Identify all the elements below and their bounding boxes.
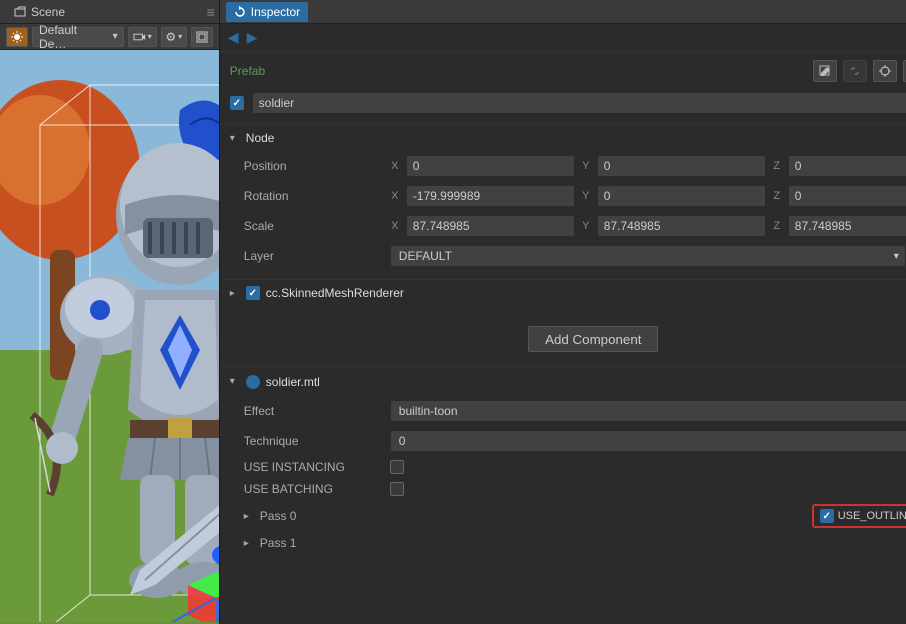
inspector-nav: ◀ ▶: [220, 24, 906, 52]
rotation-x-input[interactable]: [406, 185, 575, 207]
pass0-label[interactable]: Pass 0: [260, 509, 806, 523]
layer-row: Layer DEFAULT Edit: [220, 241, 906, 271]
rotation-row: Rotation X Y Z: [220, 181, 906, 211]
object-name-input[interactable]: [252, 92, 906, 114]
use-instancing-checkbox[interactable]: [390, 460, 404, 474]
position-x-input[interactable]: [406, 155, 575, 177]
use-outline-pass-checkbox[interactable]: [820, 509, 834, 523]
use-outline-pass-highlight: USE_OUTLINE_PASS: [812, 504, 906, 528]
scene-tab[interactable]: Scene: [6, 2, 73, 22]
aspect-btn[interactable]: [191, 27, 213, 47]
rotation-y-input[interactable]: [597, 185, 766, 207]
panel-menu-btn[interactable]: ≡: [207, 4, 213, 20]
pass0-row: ▸ Pass 0 USE_OUTLINE_PASS: [220, 500, 906, 532]
pass1-row: ▸ Pass 1: [220, 532, 906, 554]
material-icon: [246, 375, 260, 389]
technique-row: Technique 0: [220, 426, 906, 456]
position-row: Position X Y Z: [220, 151, 906, 181]
object-name-row: [220, 86, 906, 124]
effect-row: Effect builtin-toon: [220, 396, 906, 426]
position-z-input[interactable]: [788, 155, 906, 177]
pass1-label[interactable]: Pass 1: [260, 536, 906, 550]
render-mode-dropdown[interactable]: Default De…: [32, 27, 124, 47]
technique-select[interactable]: 0: [390, 430, 906, 452]
prefab-edit-btn[interactable]: [813, 60, 837, 82]
gear-icon: [165, 30, 176, 44]
node-section-header[interactable]: ▾ Node: [220, 124, 906, 151]
scene-toolbar: Default De… ▾ ▾: [0, 24, 219, 50]
chevron-down-icon: ▾: [230, 133, 240, 144]
component-enabled-checkbox[interactable]: [246, 286, 260, 300]
prefab-unlink-btn[interactable]: [843, 60, 867, 82]
scene-tab-label: Scene: [31, 5, 65, 19]
inspector-tab-label: Inspector: [251, 5, 300, 19]
object-enabled-checkbox[interactable]: [230, 96, 244, 110]
position-y-input[interactable]: [597, 155, 766, 177]
prefab-locate-btn[interactable]: [873, 60, 897, 82]
scene-icon: [14, 6, 26, 18]
rotation-z-input[interactable]: [788, 185, 906, 207]
chevron-right-icon: ▸: [230, 288, 240, 299]
scale-z-input[interactable]: [788, 215, 906, 237]
chevron-right-icon: ▸: [244, 538, 254, 549]
scale-row: Scale X Y Z: [220, 211, 906, 241]
add-component-btn[interactable]: Add Component: [528, 326, 658, 352]
scale-y-input[interactable]: [597, 215, 766, 237]
use-batching-row: USE BATCHING: [220, 478, 906, 500]
prefab-label: Prefab: [230, 64, 265, 78]
camera-btn[interactable]: ▾: [128, 27, 157, 47]
chevron-right-icon: ▸: [244, 511, 254, 522]
layer-select[interactable]: DEFAULT: [390, 245, 906, 267]
scene-panel-header: Scene ≡: [0, 0, 219, 24]
effect-select[interactable]: builtin-toon: [390, 400, 906, 422]
inspector-panel-header: Inspector ≡: [220, 0, 906, 24]
settings-btn[interactable]: ▾: [161, 27, 187, 47]
use-batching-checkbox[interactable]: [390, 482, 404, 496]
use-instancing-row: USE INSTANCING: [220, 456, 906, 478]
refresh-icon: [234, 6, 246, 18]
prefab-row: Prefab: [220, 52, 906, 86]
material-header[interactable]: ▾ soldier.mtl ✓ ↻: [220, 366, 906, 396]
chevron-down-icon: ▾: [230, 376, 240, 387]
scale-x-input[interactable]: [406, 215, 575, 237]
scene-viewport[interactable]: y z: [0, 50, 219, 624]
nav-forward-btn[interactable]: ▶: [247, 29, 258, 46]
inspector-tab[interactable]: Inspector: [226, 2, 308, 22]
nav-back-btn[interactable]: ◀: [228, 29, 239, 46]
lighting-toggle-btn[interactable]: [6, 27, 28, 47]
component-header[interactable]: ▸ cc.SkinnedMeshRenderer: [220, 279, 906, 306]
